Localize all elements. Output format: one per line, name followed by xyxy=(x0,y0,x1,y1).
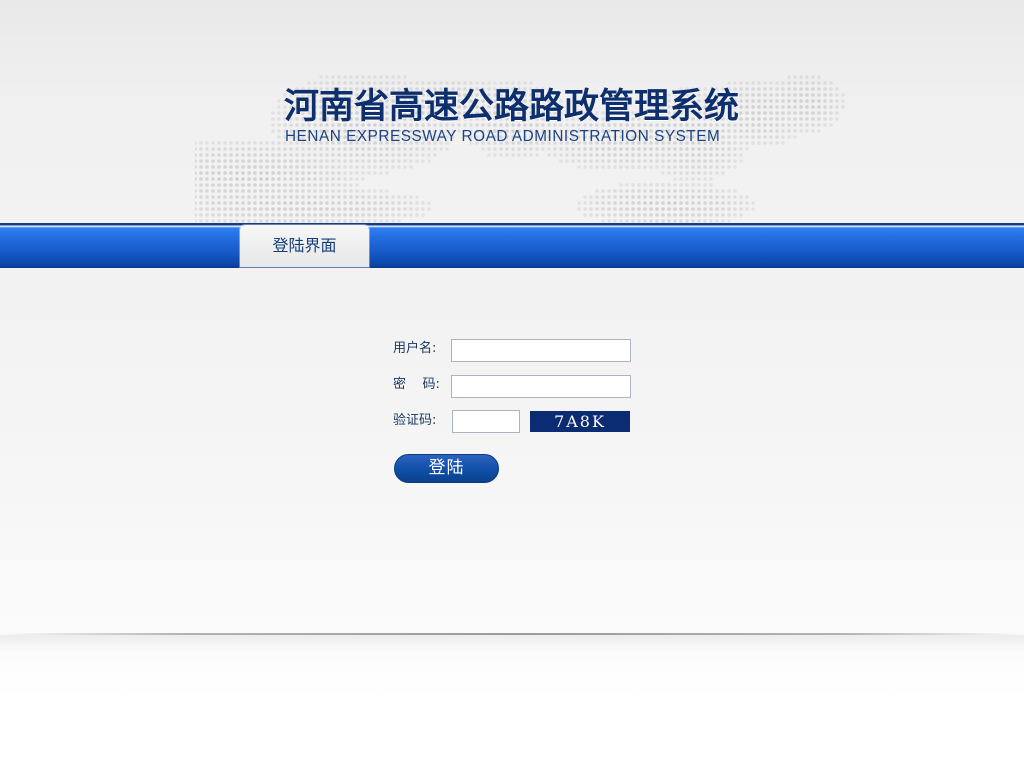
system-title: 河南省高速公路路政管理系统 xyxy=(284,87,740,127)
captcha-image[interactable]: 7A8K xyxy=(530,411,630,432)
captcha-label: 验证码: xyxy=(393,413,437,428)
username-input[interactable] xyxy=(451,339,631,362)
system-title-english: HENAN EXPRESSWAY ROAD ADMINISTRATION SYS… xyxy=(285,128,721,145)
login-button[interactable]: 登陆 xyxy=(394,454,499,483)
tab-login-label: 登陆界面 xyxy=(272,236,337,255)
password-label: 密 码: xyxy=(393,377,440,392)
password-input[interactable] xyxy=(451,375,631,398)
captcha-input[interactable] xyxy=(452,410,520,433)
navigation-band xyxy=(0,223,1024,267)
login-page: 河南省高速公路路政管理系统 HENAN EXPRESSWAY ROAD ADMI… xyxy=(0,0,1024,768)
username-label: 用户名: xyxy=(393,341,437,356)
divider-shadow xyxy=(0,635,1024,653)
tab-login[interactable]: 登陆界面 xyxy=(240,225,369,267)
